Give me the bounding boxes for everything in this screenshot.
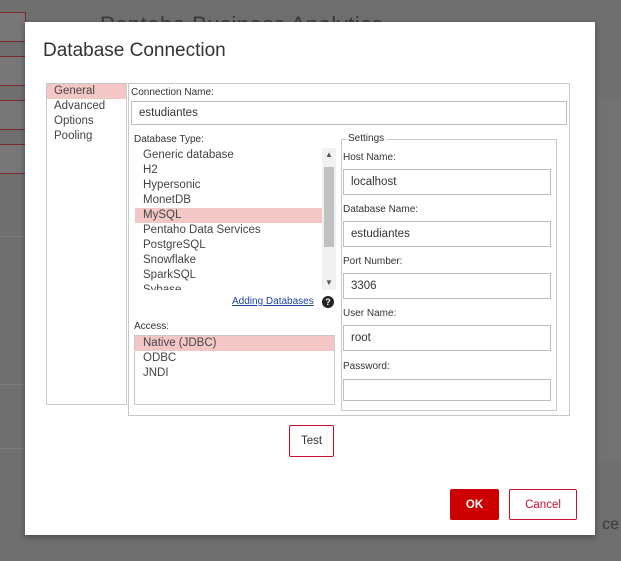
connection-name-label: Connection Name: (131, 87, 214, 98)
user-name-input[interactable] (343, 325, 551, 351)
connection-nav: General Advanced Options Pooling (46, 83, 127, 405)
host-name-input[interactable] (343, 169, 551, 195)
list-item[interactable]: Hypersonic (135, 178, 336, 193)
list-item[interactable]: H2 (135, 163, 336, 178)
adding-databases-link[interactable]: Adding Databases (232, 296, 314, 307)
nav-item-general[interactable]: General (47, 84, 126, 99)
user-name-label: User Name: (343, 308, 397, 319)
test-button[interactable]: Test (289, 425, 334, 457)
database-type-scrollbar[interactable]: ▲ ▼ (322, 148, 336, 290)
background-button (0, 56, 26, 86)
nav-item-options[interactable]: Options (47, 114, 126, 129)
database-name-input[interactable] (343, 221, 551, 247)
list-item[interactable]: JNDI (135, 366, 334, 381)
scroll-up-icon[interactable]: ▲ (322, 148, 336, 162)
list-item[interactable]: SparkSQL (135, 268, 336, 283)
background-button (0, 144, 26, 174)
scroll-thumb[interactable] (324, 167, 334, 247)
connection-name-input[interactable] (131, 101, 567, 125)
database-connection-dialog: Database Connection General Advanced Opt… (25, 22, 595, 535)
background-button (0, 12, 26, 42)
background-text: ce (602, 516, 619, 533)
nav-item-pooling[interactable]: Pooling (47, 129, 126, 144)
help-icon[interactable]: ? (322, 296, 334, 308)
database-type-list[interactable]: Generic database H2 Hypersonic MonetDB M… (134, 147, 337, 291)
port-number-label: Port Number: (343, 256, 403, 267)
list-item[interactable]: Snowflake (135, 253, 336, 268)
ok-button[interactable]: OK (450, 489, 499, 520)
database-name-label: Database Name: (343, 204, 419, 215)
access-label: Access: (134, 321, 170, 332)
cancel-button[interactable]: Cancel (509, 489, 577, 520)
scroll-down-icon[interactable]: ▼ (322, 276, 336, 290)
list-item-selected[interactable]: MySQL (135, 208, 336, 223)
list-item[interactable]: PostgreSQL (135, 238, 336, 253)
general-panel: Connection Name: Database Type: Generic … (128, 83, 570, 416)
background-side-panel (595, 100, 621, 460)
password-label: Password: (343, 361, 390, 372)
password-input[interactable] (343, 379, 551, 401)
list-item[interactable]: Pentaho Data Services (135, 223, 336, 238)
list-item[interactable]: MonetDB (135, 193, 336, 208)
background-button (0, 100, 26, 130)
dialog-title: Database Connection (43, 40, 226, 61)
access-list[interactable]: Native (JDBC) ODBC JNDI (134, 335, 335, 405)
list-item-selected[interactable]: Native (JDBC) (135, 336, 334, 351)
database-type-label: Database Type: (134, 134, 204, 145)
port-number-input[interactable] (343, 273, 551, 299)
list-item[interactable]: ODBC (135, 351, 334, 366)
settings-group: Settings Host Name: Database Name: Port … (341, 133, 557, 411)
host-name-label: Host Name: (343, 152, 396, 163)
list-item[interactable]: Generic database (135, 148, 336, 163)
nav-item-advanced[interactable]: Advanced (47, 99, 126, 114)
settings-legend: Settings (346, 133, 387, 144)
list-item[interactable]: Sybase (135, 283, 336, 290)
